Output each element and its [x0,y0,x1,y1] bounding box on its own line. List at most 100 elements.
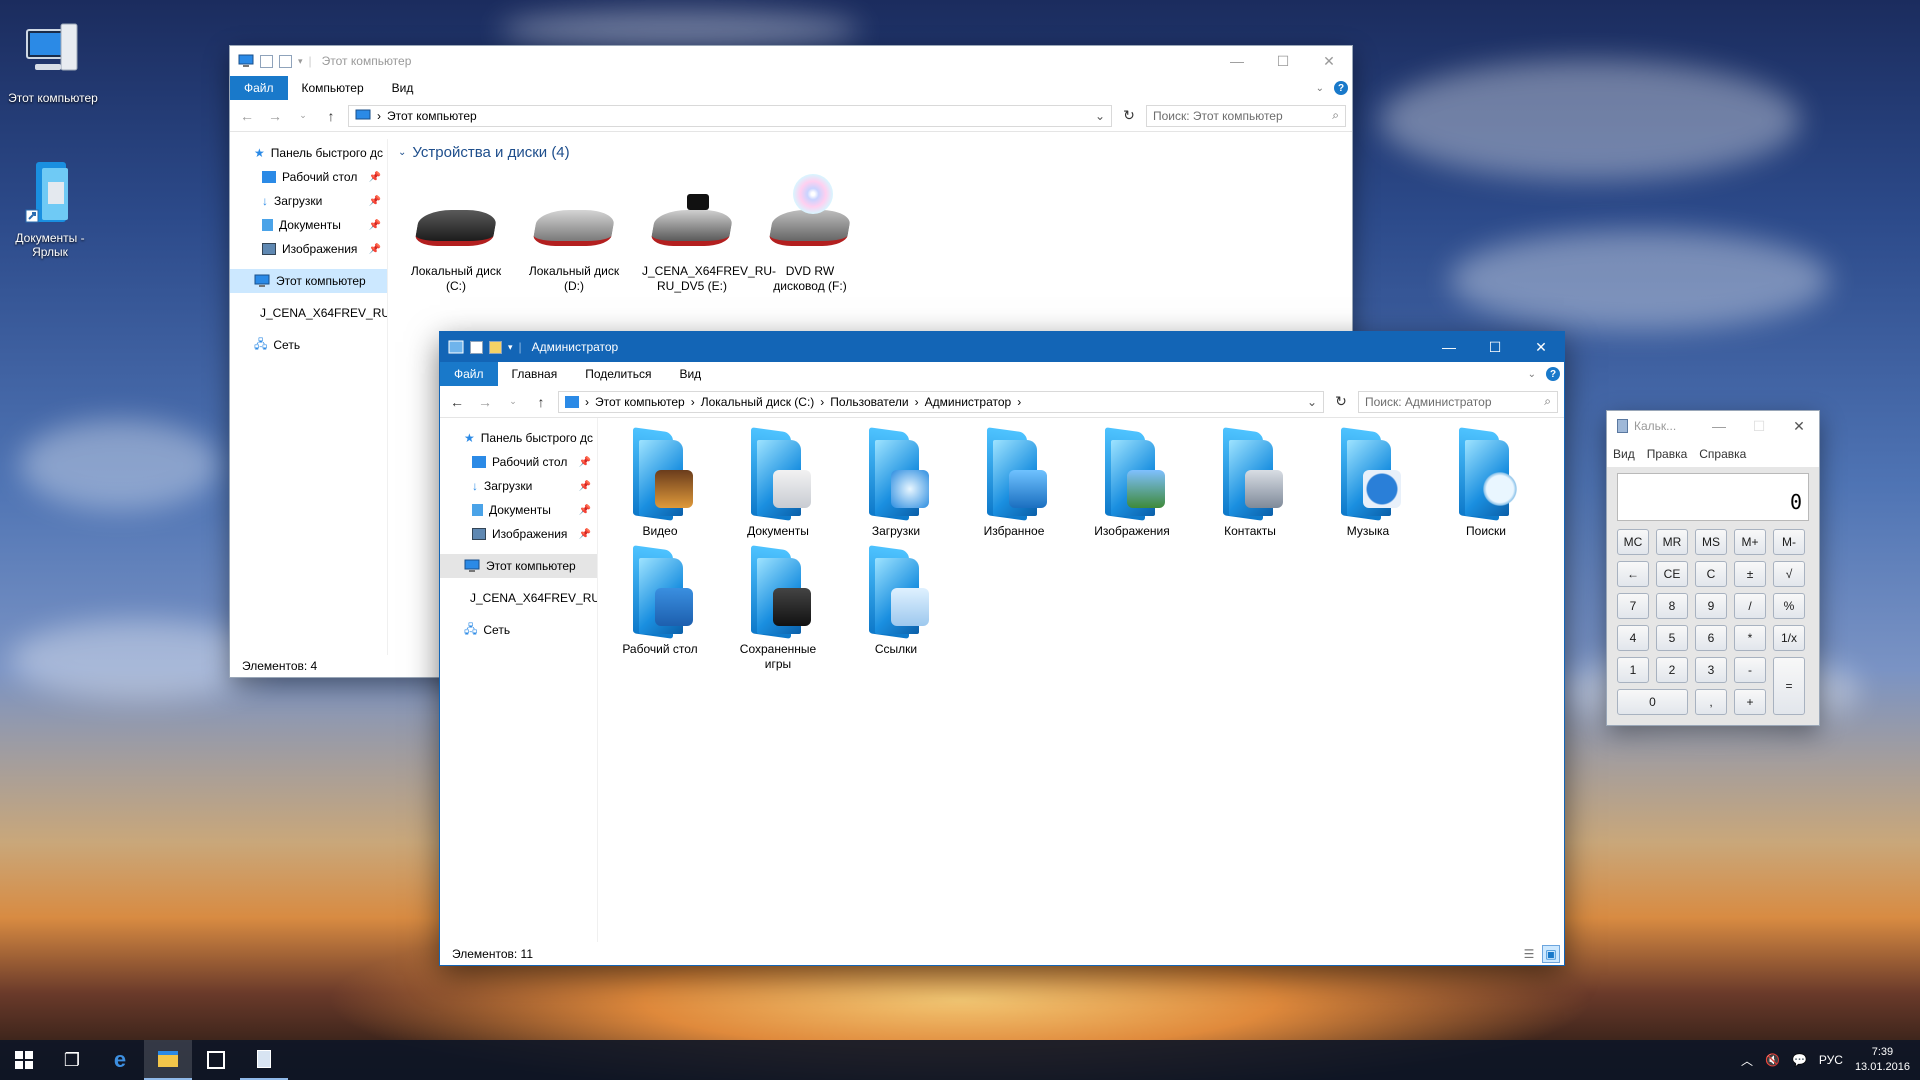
divide-key[interactable]: / [1734,593,1766,619]
folder-item[interactable]: Поиски [1436,427,1536,539]
refresh-button[interactable]: ↻ [1118,107,1140,124]
digit-0-key[interactable]: 0 [1617,689,1688,715]
multiply-key[interactable]: * [1734,625,1766,651]
desktop-icon-documents-shortcut[interactable]: Документы - Ярлык [0,160,100,259]
folder-item[interactable]: Музыка [1318,427,1418,539]
nav-desktop[interactable]: Рабочий стол 📌 [440,450,597,474]
close-button[interactable]: ✕ [1779,411,1819,441]
search-input[interactable]: Поиск: Администратор ⌕ [1358,390,1558,413]
close-button[interactable]: ✕ [1518,332,1564,362]
breadcrumb-item[interactable]: Локальный диск (C:) [701,395,815,409]
help-icon[interactable]: ? [1334,81,1348,95]
minimize-button[interactable]: — [1214,46,1260,76]
recent-locations-icon[interactable]: ⌄ [502,396,524,407]
folder-item[interactable]: Избранное [964,427,1064,539]
properties-quick-access-icon[interactable] [470,340,483,354]
clear-key[interactable]: C [1695,561,1727,587]
address-bar[interactable]: › Этот компьютер › Локальный диск (C:) ›… [558,390,1324,413]
breadcrumb-item[interactable]: Администратор [925,395,1012,409]
properties-quick-access-icon[interactable] [260,54,273,68]
volume-muted-icon[interactable]: 🔇 [1765,1053,1780,1067]
nav-this-pc[interactable]: Этот компьютер [230,269,387,293]
expand-ribbon-icon[interactable]: ⌄ [1316,83,1324,94]
folder-item[interactable]: Рабочий стол [610,545,710,657]
digit-1-key[interactable]: 1 [1617,657,1649,683]
nav-desktop[interactable]: Рабочий стол 📌 [230,165,387,189]
maximize-button[interactable]: ☐ [1472,332,1518,362]
digit-6-key[interactable]: 6 [1695,625,1727,651]
titlebar[interactable]: Кальк... — ☐ ✕ [1607,411,1819,441]
address-dropdown-icon[interactable]: ⌄ [1307,395,1317,409]
group-header[interactable]: ⌄ Устройства и диски (4) [398,144,570,161]
large-icons-view-icon[interactable]: ▣ [1542,945,1560,963]
start-button[interactable] [0,1040,48,1080]
folder-item[interactable]: Сохраненные игры [728,545,828,672]
folder-item[interactable]: Изображения [1082,427,1182,539]
tab-file[interactable]: Файл [230,76,288,100]
close-button[interactable]: ✕ [1306,46,1352,76]
details-view-icon[interactable]: ☰ [1520,945,1538,963]
digit-4-key[interactable]: 4 [1617,625,1649,651]
titlebar[interactable]: ▾ | Этот компьютер — ☐ ✕ [230,46,1352,76]
clear-entry-key[interactable]: CE [1656,561,1688,587]
up-button[interactable]: ↑ [320,108,342,124]
drive-item[interactable]: DVD RW дисковод (F:) [760,170,860,294]
drive-item[interactable]: Локальный диск (D:) [524,170,624,294]
task-view-button[interactable]: ❐ [48,1040,96,1080]
recent-locations-icon[interactable]: ⌄ [292,110,314,121]
folder-item[interactable]: Загрузки [846,427,946,539]
memory-recall-key[interactable]: MR [1656,529,1688,555]
memory-subtract-key[interactable]: M- [1773,529,1805,555]
nav-documents[interactable]: Документы 📌 [230,213,387,237]
up-button[interactable]: ↑ [530,394,552,410]
titlebar[interactable]: ▾ | Администратор — ☐ ✕ [440,332,1564,362]
help-icon[interactable]: ? [1546,367,1560,381]
search-input[interactable]: Поиск: Этот компьютер ⌕ [1146,104,1346,127]
minimize-button[interactable]: — [1699,411,1739,441]
back-button[interactable]: ← [446,394,468,410]
forward-button[interactable]: → [474,394,496,410]
nav-usb-drive[interactable]: J_CENA_X64FREV_RU [230,301,387,325]
breadcrumb-item[interactable]: Этот компьютер [595,395,685,409]
digit-5-key[interactable]: 5 [1656,625,1688,651]
digit-9-key[interactable]: 9 [1695,593,1727,619]
refresh-button[interactable]: ↻ [1330,393,1352,410]
nav-network[interactable]: 🖧 Сеть [230,333,387,357]
decimal-key[interactable]: , [1695,689,1727,715]
explorer-window-administrator[interactable]: ▾ | Администратор — ☐ ✕ Файл Главная Под… [440,332,1564,965]
expand-ribbon-icon[interactable]: ⌄ [1528,369,1536,380]
subtract-key[interactable]: - [1734,657,1766,683]
calculator-window[interactable]: Кальк... — ☐ ✕ Вид Правка Справка 0 MC MR… [1607,411,1819,725]
reciprocal-key[interactable]: 1/x [1773,625,1805,651]
drive-item[interactable]: Локальный диск (C:) [406,170,506,294]
tab-view[interactable]: Вид [378,76,428,100]
address-bar[interactable]: › Этот компьютер ⌄ [348,104,1112,127]
input-language[interactable]: РУС [1819,1053,1843,1067]
breadcrumb-item[interactable]: Пользователи [830,395,908,409]
nav-pictures[interactable]: Изображения 📌 [440,522,597,546]
nav-downloads[interactable]: ↓ Загрузки 📌 [440,474,597,498]
pin-icon[interactable]: 📌 [579,457,591,468]
nav-this-pc[interactable]: Этот компьютер [440,554,597,578]
menu-edit[interactable]: Правка [1647,447,1688,461]
nav-network[interactable]: 🖧 Сеть [440,618,597,642]
customize-quick-access-icon[interactable]: ▾ [508,342,513,353]
memory-clear-key[interactable]: MC [1617,529,1649,555]
taskbar-edge[interactable]: e [96,1040,144,1080]
nav-pictures[interactable]: Изображения 📌 [230,237,387,261]
drive-item[interactable]: J_CENA_X64FREV_RU-RU_DV5 (E:) [642,170,776,294]
tab-share[interactable]: Поделиться [571,362,665,386]
tab-view[interactable]: Вид [665,362,715,386]
nav-downloads[interactable]: ↓ Загрузки 📌 [230,189,387,213]
nav-quick-access[interactable]: ★ Панель быстрого дс [230,141,387,165]
backspace-key[interactable]: ← [1617,561,1649,587]
pin-icon[interactable]: 📌 [369,196,381,207]
customize-quick-access-icon[interactable]: ▾ [298,56,303,67]
menu-view[interactable]: Вид [1613,447,1635,461]
digit-8-key[interactable]: 8 [1656,593,1688,619]
show-hidden-icons-icon[interactable]: ︿ [1741,1052,1753,1069]
nav-documents[interactable]: Документы 📌 [440,498,597,522]
memory-store-key[interactable]: MS [1695,529,1727,555]
taskbar-calculator[interactable] [240,1040,288,1080]
folder-item[interactable]: Ссылки [846,545,946,657]
